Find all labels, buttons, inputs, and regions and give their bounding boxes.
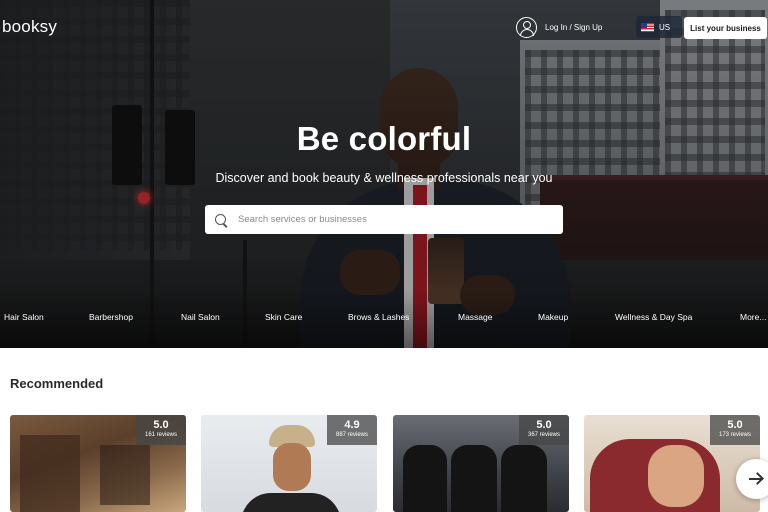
rating-badge: 5.0 161 reviews <box>136 415 186 445</box>
recommended-card[interactable]: 5.0 367 reviews <box>393 415 569 512</box>
booksy-logo[interactable]: booksy <box>2 17 57 37</box>
card-photo-person <box>451 445 497 512</box>
recommended-heading: Recommended <box>10 376 104 391</box>
login-signup-label: Log In / Sign Up <box>545 23 603 32</box>
search-icon <box>215 214 226 225</box>
recommended-card[interactable]: 5.0 161 reviews <box>10 415 186 512</box>
rating-badge: 4.9 887 reviews <box>327 415 377 445</box>
card-photo-detail <box>20 435 80 512</box>
category-brows-lashes[interactable]: Brows & Lashes <box>348 312 409 322</box>
rating-score: 5.0 <box>536 419 552 431</box>
card-photo-person <box>501 445 547 512</box>
user-circle-icon <box>516 17 537 38</box>
category-skin-care[interactable]: Skin Care <box>265 312 302 322</box>
rating-badge: 5.0 173 reviews <box>710 415 760 445</box>
review-count: 173 reviews <box>718 432 751 438</box>
category-wellness-day-spa[interactable]: Wellness & Day Spa <box>615 312 692 322</box>
hero-subline: Discover and book beauty & wellness prof… <box>215 171 553 185</box>
arrow-right-icon <box>749 478 763 480</box>
us-flag-icon <box>641 22 654 32</box>
hero-banner: booksy Log In / Sign Up US List your bus… <box>0 0 768 348</box>
category-barbershop[interactable]: Barbershop <box>89 312 133 322</box>
search-bar[interactable] <box>205 205 563 234</box>
recommended-card[interactable]: 5.0 173 reviews <box>584 415 760 512</box>
hero-headline: Be colorful <box>296 120 472 157</box>
rating-score: 5.0 <box>153 419 169 431</box>
rating-score: 4.9 <box>344 419 360 431</box>
rating-score: 5.0 <box>727 419 743 431</box>
language-selector[interactable]: US <box>636 16 682 38</box>
category-makeup[interactable]: Makeup <box>538 312 568 322</box>
category-hair-salon[interactable]: Hair Salon <box>4 312 44 322</box>
language-label: US <box>659 22 671 32</box>
card-photo-shirt <box>241 493 341 512</box>
recommended-card[interactable]: 4.9 887 reviews <box>201 415 377 512</box>
carousel-next-button[interactable] <box>736 459 768 499</box>
category-massage[interactable]: Massage <box>458 312 493 322</box>
card-photo-child <box>648 445 704 507</box>
card-photo-detail <box>100 445 150 505</box>
card-photo-person <box>403 445 447 512</box>
card-photo-face <box>273 443 311 491</box>
review-count: 367 reviews <box>527 432 560 438</box>
rating-badge: 5.0 367 reviews <box>519 415 569 445</box>
search-input[interactable] <box>238 214 538 225</box>
login-signup-link[interactable]: Log In / Sign Up <box>516 17 602 38</box>
category-nail-salon[interactable]: Nail Salon <box>181 312 220 322</box>
review-count: 161 reviews <box>144 432 177 438</box>
list-your-business-button[interactable]: List your business <box>684 17 767 39</box>
category-nav: Hair Salon Barbershop Nail Salon Skin Ca… <box>0 312 768 326</box>
category-more[interactable]: More... <box>740 312 766 322</box>
review-count: 887 reviews <box>335 432 368 438</box>
